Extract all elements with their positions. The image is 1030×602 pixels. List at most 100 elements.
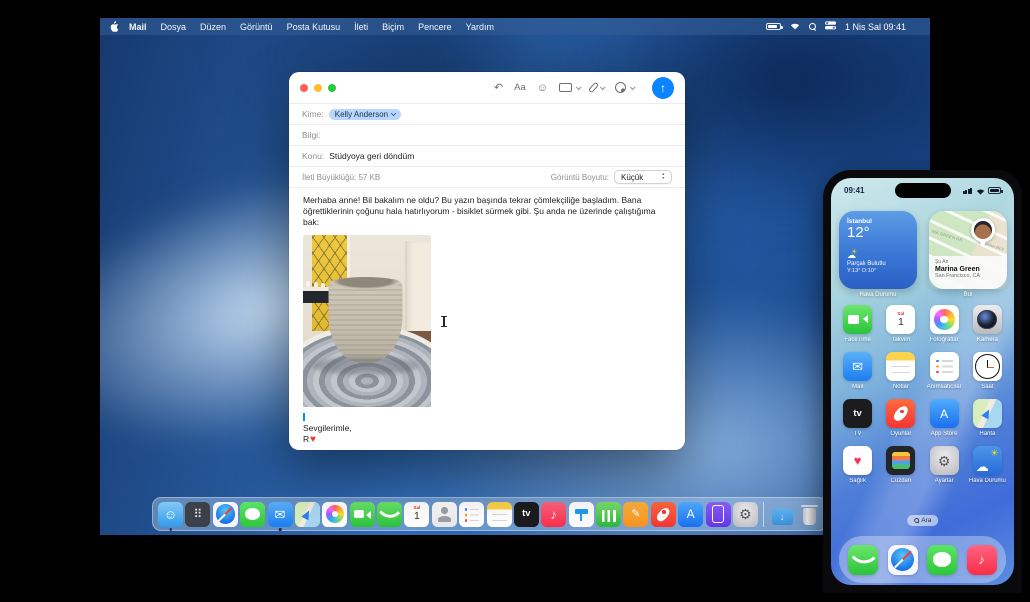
- iphone-app-tv[interactable]: TV: [836, 399, 879, 441]
- iphone-app-photos[interactable]: Fotoğraflar: [923, 305, 966, 347]
- iphone-app-health[interactable]: Sağlık: [836, 446, 879, 488]
- format-aa-icon[interactable]: [514, 82, 526, 93]
- photos-app-icon[interactable]: [930, 305, 959, 334]
- minimize-button[interactable]: [314, 84, 322, 92]
- dock-reminders-icon[interactable]: [459, 502, 484, 527]
- dock-messages-icon[interactable]: [240, 502, 265, 527]
- cc-field[interactable]: Bilgi:: [289, 125, 685, 146]
- wifi-icon[interactable]: [790, 22, 800, 32]
- photo-browser-icon[interactable]: [559, 83, 580, 92]
- to-field[interactable]: Kime: Kelly Anderson: [289, 104, 685, 125]
- attachment-icon[interactable]: [591, 82, 604, 93]
- insert-link-icon[interactable]: [615, 82, 634, 93]
- iphone-app-calendar[interactable]: Sal1Takvim: [879, 305, 922, 347]
- dock-downloads-icon[interactable]: [770, 502, 795, 527]
- menu-bar: Mail Dosya Düzen Görüntü Posta Kutusu İleti Bi…: [100, 18, 930, 35]
- dock-music-icon[interactable]: [541, 502, 566, 527]
- recipient-token[interactable]: Kelly Anderson: [329, 109, 401, 120]
- reminders-app-icon[interactable]: [930, 352, 959, 381]
- search-pill[interactable]: Ara: [907, 515, 939, 526]
- dock-mail-icon[interactable]: [268, 502, 293, 527]
- iphone-app-clock[interactable]: Saat: [966, 352, 1009, 394]
- dock-settings-icon[interactable]: [733, 502, 758, 527]
- iphone-app-appstore[interactable]: App Store: [923, 399, 966, 441]
- dock-contacts-icon[interactable]: [432, 502, 457, 527]
- pottery-photo-attachment[interactable]: [303, 235, 431, 407]
- iphone-app-camera[interactable]: Kamera: [966, 305, 1009, 347]
- window-titlebar[interactable]: ↑: [289, 72, 685, 104]
- dock-finder-icon[interactable]: [158, 502, 183, 527]
- dock-trash-icon[interactable]: [797, 502, 822, 527]
- iphone-app-wallet[interactable]: Cüzdan: [879, 446, 922, 488]
- menu-item-pencere[interactable]: Pencere: [418, 22, 452, 32]
- menu-item-posta-kutusu[interactable]: Posta Kutusu: [287, 22, 341, 32]
- iphone-app-maps[interactable]: Harita: [966, 399, 1009, 441]
- mail-app-icon[interactable]: [843, 352, 872, 381]
- image-size-select[interactable]: Küçük: [614, 170, 672, 184]
- maps-app-icon[interactable]: [973, 399, 1002, 428]
- dock-mirroring-icon[interactable]: [706, 502, 731, 527]
- settings-app-icon[interactable]: [930, 446, 959, 475]
- dock-calendar-icon[interactable]: Sal1: [404, 502, 429, 527]
- dock-games-icon[interactable]: [651, 502, 676, 527]
- health-app-icon[interactable]: [843, 446, 872, 475]
- apple-menu-icon[interactable]: [110, 21, 119, 32]
- dock-photos-icon[interactable]: [322, 502, 347, 527]
- dock-tv-icon[interactable]: [514, 502, 539, 527]
- menu-item-dosya[interactable]: Dosya: [161, 22, 187, 32]
- iphone-dock-safari-icon[interactable]: [888, 545, 918, 575]
- iphone-app-weatherapp[interactable]: Hava Durumu: [966, 446, 1009, 488]
- games-app-icon[interactable]: [886, 399, 915, 428]
- iphone-app-games[interactable]: Oyunlar: [879, 399, 922, 441]
- dock-facetime-icon[interactable]: [350, 502, 375, 527]
- menu-item-d-zen[interactable]: Düzen: [200, 22, 226, 32]
- wallet-app-icon[interactable]: [886, 446, 915, 475]
- dock-maps-icon[interactable]: [295, 502, 320, 527]
- undo-icon[interactable]: [494, 81, 503, 94]
- battery-icon[interactable]: [766, 23, 781, 30]
- tv-app-icon[interactable]: [843, 399, 872, 428]
- emoji-icon[interactable]: [537, 82, 548, 94]
- dock-phone-icon[interactable]: [377, 502, 402, 527]
- dock-appstore-icon[interactable]: [678, 502, 703, 527]
- dock-pages-icon[interactable]: [623, 502, 648, 527]
- dock-safari-icon[interactable]: [213, 502, 238, 527]
- message-body[interactable]: Merhaba anne! Bil bakalım ne oldu? Bu ya…: [289, 188, 685, 445]
- notes-app-icon[interactable]: [886, 352, 915, 381]
- calendar-app-icon[interactable]: Sal1: [886, 305, 915, 334]
- iphone-app-notes[interactable]: Notlar: [879, 352, 922, 394]
- close-button[interactable]: [300, 84, 308, 92]
- iphone-dock-phone-icon[interactable]: [848, 545, 878, 575]
- menu-item-yard-m[interactable]: Yardım: [466, 22, 494, 32]
- camera-app-icon[interactable]: [973, 305, 1002, 334]
- iphone-app-reminders[interactable]: Anımsatıcılar: [923, 352, 966, 394]
- spotlight-search-icon[interactable]: [809, 23, 816, 30]
- dock-keynote-icon[interactable]: [569, 502, 594, 527]
- dock-notes-icon[interactable]: [487, 502, 512, 527]
- menu-item-mail[interactable]: Mail: [129, 22, 147, 32]
- subject-field[interactable]: Konu: Stüdyoya geri döndüm: [289, 146, 685, 167]
- app-label: Ayarlar: [935, 478, 954, 484]
- weatherapp-app-icon[interactable]: [973, 446, 1002, 475]
- menu-clock[interactable]: 1 Nis Sal 09:41: [845, 22, 906, 32]
- dock-launchpad-icon[interactable]: [185, 502, 210, 527]
- clock-app-icon[interactable]: [973, 352, 1002, 381]
- iphone-app-settings[interactable]: Ayarlar: [923, 446, 966, 488]
- menu-item-g-r-nt[interactable]: Görüntü: [240, 22, 273, 32]
- menu-item-bi-im[interactable]: Biçim: [382, 22, 404, 32]
- iphone-dock-music-icon[interactable]: [967, 545, 997, 575]
- appstore-app-icon[interactable]: [930, 399, 959, 428]
- control-center-icon[interactable]: [825, 21, 836, 32]
- weather-widget[interactable]: İstanbul 12° ☀☁ Parçalı Bulutlu Y:13° D:…: [839, 211, 917, 289]
- app-label: Cüzdan: [891, 478, 912, 484]
- zoom-button[interactable]: [328, 84, 336, 92]
- dock-numbers-icon[interactable]: [596, 502, 621, 527]
- iphone-app-mail[interactable]: Mail: [836, 352, 879, 394]
- facetime-app-icon[interactable]: [843, 305, 872, 334]
- send-button[interactable]: ↑: [652, 77, 674, 99]
- iphone-app-facetime[interactable]: FaceTime: [836, 305, 879, 347]
- app-label: Harita: [979, 431, 995, 437]
- find-my-widget[interactable]: INA GREEN DR MARINA BLV Şu An Marina Gre…: [929, 211, 1007, 289]
- iphone-dock-messages-icon[interactable]: [927, 545, 957, 575]
- menu-item-i-leti[interactable]: İleti: [354, 22, 368, 32]
